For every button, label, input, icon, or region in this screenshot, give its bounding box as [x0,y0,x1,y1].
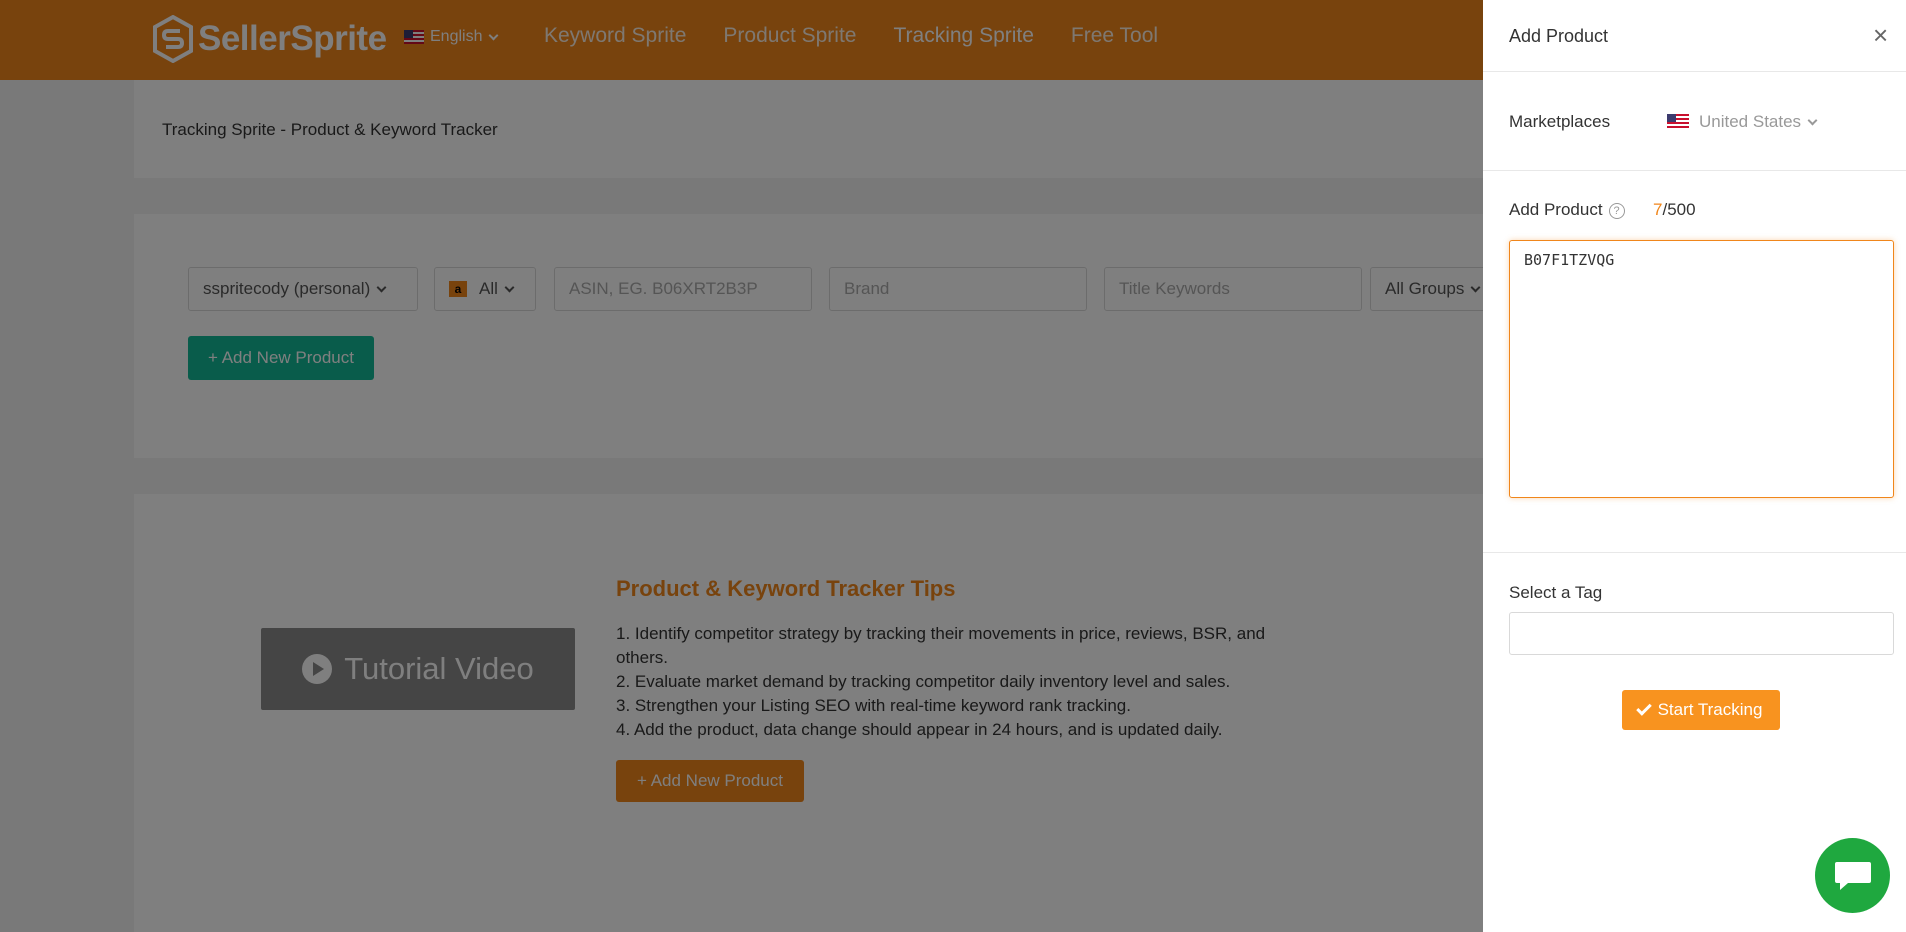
asin-textarea[interactable]: B07F1TZVQG [1509,240,1894,498]
tag-select-input[interactable] [1509,612,1894,655]
us-flag-icon [1667,114,1689,130]
marketplaces-label: Marketplaces [1509,112,1611,131]
start-tracking-label: Start Tracking [1657,700,1763,719]
chevron-down-icon [1807,115,1818,125]
drawer-title: Add Product [1509,26,1609,46]
chat-button[interactable] [1815,838,1890,913]
help-icon[interactable]: ? [1608,203,1625,219]
drawer-header: Add Product × [1483,0,1906,72]
check-icon [1635,700,1652,716]
product-count-total: /500 [1662,200,1696,219]
marketplace-dropdown-value: United States [1699,112,1802,131]
add-product-drawer: Add Product × Marketplaces United States… [1483,0,1906,932]
add-product-label: Add Product? [1509,200,1625,220]
divider [1483,552,1906,553]
marketplaces-section: Marketplaces United States [1483,72,1906,171]
marketplace-dropdown[interactable]: United States [1667,112,1818,132]
select-tag-label: Select a Tag [1509,583,1603,602]
product-count: 7/500 [1653,200,1696,220]
chat-bubble-icon [1834,861,1871,890]
add-product-label-text: Add Product [1509,200,1603,219]
start-tracking-button[interactable]: Start Tracking [1622,690,1780,730]
close-icon[interactable]: × [1873,22,1888,48]
